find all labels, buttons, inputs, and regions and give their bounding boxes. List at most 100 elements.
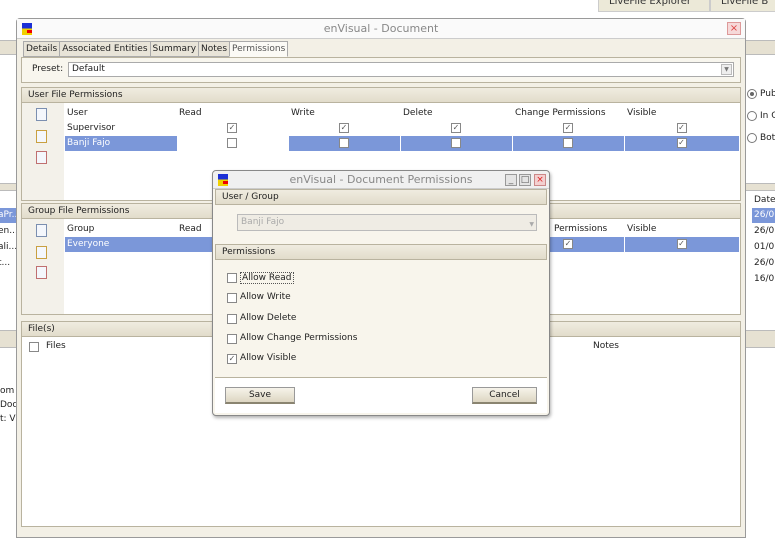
edit-user-icon[interactable] <box>36 130 47 143</box>
minimize-icon[interactable]: _ <box>505 174 517 186</box>
radio-label: Bot <box>760 133 775 143</box>
bg-tab-b[interactable]: LiveFile B <box>710 0 775 12</box>
date-cell: 16/0 <box>754 274 775 284</box>
column-header: Visible <box>627 108 657 118</box>
tab-bar: Details Associated Entities Summary Notes Pe… <box>23 41 289 57</box>
radio-label: In C <box>760 111 775 121</box>
window-title: enVisual - Document <box>323 22 439 35</box>
tab-summary[interactable]: Summary <box>149 41 200 57</box>
permissions-header: Permissions <box>215 244 547 260</box>
permission-option-checkbox[interactable] <box>227 313 237 324</box>
bg-tab-explorer[interactable]: LiveFile Explorer <box>598 0 710 12</box>
permission-option-checkbox[interactable] <box>227 333 237 344</box>
radio-2[interactable] <box>747 133 757 143</box>
permission-cell <box>289 136 400 151</box>
chevron-down-icon[interactable]: ▼ <box>529 217 534 232</box>
permission-cell: ✓ <box>513 121 624 136</box>
column-header: Visible <box>627 224 657 234</box>
radio-1[interactable] <box>747 111 757 121</box>
dialog-title: enVisual - Document Permissions <box>289 173 473 186</box>
add-user-icon[interactable] <box>36 108 47 121</box>
column-header: Write <box>291 108 315 118</box>
permission-checkbox[interactable]: ✓ <box>676 239 687 249</box>
column-header: Permissions <box>554 224 608 234</box>
list-item: t: V <box>0 414 16 424</box>
tab-associated-entities[interactable]: Associated Entities <box>59 41 151 57</box>
date-cell: 26/0 <box>754 226 775 236</box>
permission-cell: ✓ <box>289 121 400 136</box>
permission-checkbox[interactable] <box>227 138 237 148</box>
permission-checkbox[interactable]: ✓ <box>563 239 573 249</box>
list-item[interactable]: ali... <box>0 240 16 255</box>
list-item[interactable]: aPr... <box>0 208 16 223</box>
permission-option-checkbox[interactable] <box>227 273 237 283</box>
permission-option-label[interactable]: Allow Delete <box>240 313 296 323</box>
app-icon <box>218 174 228 186</box>
column-header: Change Permissions <box>515 108 606 118</box>
permission-option-checkbox[interactable]: ✓ <box>227 354 237 365</box>
permission-option-label[interactable]: Allow Change Permissions <box>240 333 357 343</box>
user-group-value: Banji Fajo <box>241 217 285 227</box>
date-cell: 26/0 <box>754 258 775 268</box>
permission-checkbox[interactable]: ✓ <box>563 123 573 133</box>
user-toolbar <box>22 103 64 200</box>
list-item[interactable]: en... <box>0 224 16 239</box>
close-icon[interactable]: × <box>534 174 546 186</box>
row-name[interactable]: Supervisor <box>65 121 177 136</box>
permission-checkbox[interactable] <box>339 138 349 148</box>
window-titlebar: enVisual - Document × <box>17 19 745 39</box>
maximize-icon[interactable]: □ <box>519 174 531 186</box>
dialog-titlebar: enVisual - Document Permissions _ □ × <box>213 171 549 189</box>
save-button[interactable]: Save <box>225 387 295 404</box>
permission-cell: ✓ <box>177 121 288 136</box>
document-permissions-dialog: enVisual - Document Permissions _ □ × Us… <box>212 170 550 416</box>
permission-option-label[interactable]: Allow Write <box>240 292 291 302</box>
permission-checkbox[interactable] <box>451 138 461 148</box>
tab-notes[interactable]: Notes <box>198 41 231 57</box>
tab-details[interactable]: Details <box>23 41 61 57</box>
row-name[interactable]: Banji Fajo <box>65 136 177 151</box>
user-group-select[interactable]: Banji Fajo ▼ <box>237 214 537 231</box>
user-group-header: User / Group <box>215 189 547 205</box>
list-item[interactable]: t... <box>0 256 16 271</box>
files-column-header: Files <box>46 341 66 351</box>
radio-0[interactable] <box>747 89 757 99</box>
permission-cell: ✓ <box>401 121 512 136</box>
permission-option-label[interactable]: Allow Visible <box>240 353 296 363</box>
permission-checkbox[interactable]: ✓ <box>676 123 687 133</box>
permission-cell: ✓ <box>625 121 739 136</box>
permission-cell: ✓ <box>625 136 739 151</box>
permission-option-label[interactable]: Allow Read <box>240 272 294 284</box>
row-name[interactable]: Everyone <box>65 237 177 252</box>
permission-cell <box>513 136 624 151</box>
permission-checkbox[interactable]: ✓ <box>227 123 237 133</box>
chevron-down-icon[interactable]: ▼ <box>721 64 732 75</box>
permission-checkbox[interactable]: ✓ <box>339 123 349 133</box>
permission-checkbox[interactable] <box>563 138 573 148</box>
close-icon[interactable]: × <box>727 22 741 35</box>
permission-option-checkbox[interactable] <box>227 293 237 304</box>
radio-label: Pub <box>760 89 775 99</box>
permission-checkbox[interactable]: ✓ <box>676 138 687 148</box>
preset-row: Preset: Default ▼ <box>21 57 741 83</box>
column-header: Group <box>67 224 95 234</box>
edit-group-icon[interactable] <box>36 246 47 259</box>
add-group-icon[interactable] <box>36 224 47 237</box>
permission-checkbox[interactable]: ✓ <box>451 123 461 133</box>
tab-permissions[interactable]: Permissions <box>229 41 289 57</box>
select-all-files-checkbox[interactable] <box>29 342 39 352</box>
permission-cell: ✓ <box>625 237 739 252</box>
preset-select[interactable]: Default ▼ <box>68 62 734 77</box>
cancel-button[interactable]: Cancel <box>472 387 537 404</box>
column-header: Read <box>179 224 202 234</box>
list-item: Doc <box>0 400 16 410</box>
delete-user-icon[interactable] <box>36 151 47 164</box>
date-cell: 01/0 <box>754 242 775 252</box>
permission-cell <box>177 136 288 151</box>
permission-cell <box>401 136 512 151</box>
preset-value: Default <box>72 64 105 74</box>
user-permissions-header: User File Permissions <box>21 87 741 103</box>
date-column-header: Date <box>754 195 775 205</box>
delete-group-icon[interactable] <box>36 266 47 279</box>
notes-column-header: Notes <box>593 341 619 351</box>
